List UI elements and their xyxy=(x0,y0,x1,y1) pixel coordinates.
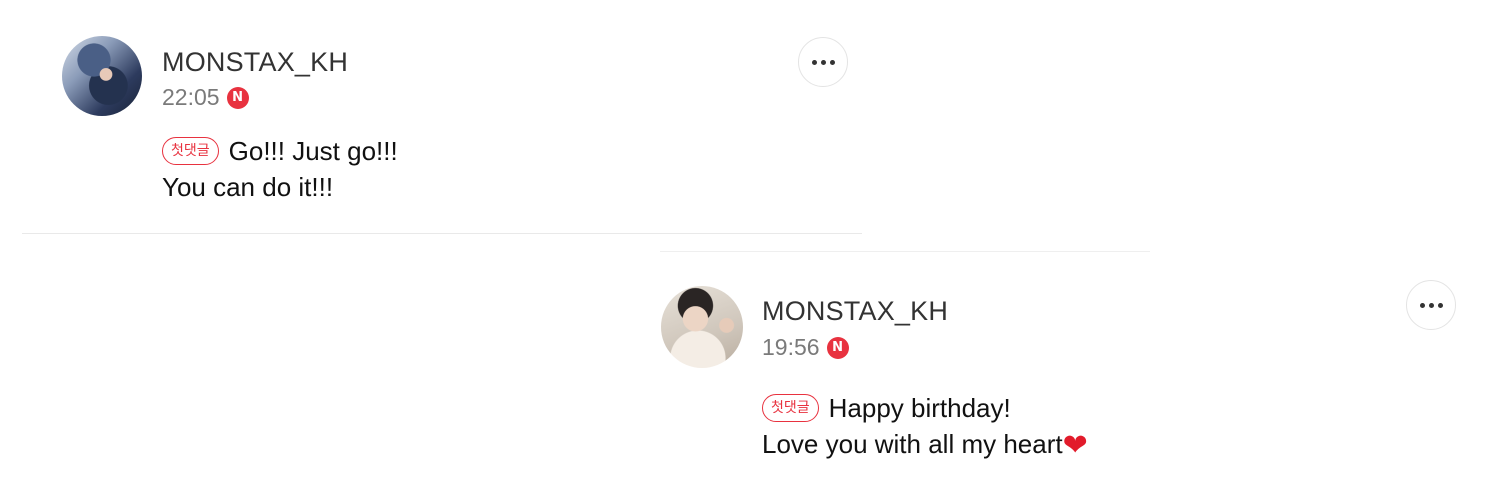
more-options-button[interactable] xyxy=(1406,280,1456,330)
comment-username[interactable]: MONSTAX_KH xyxy=(162,47,348,78)
comment-timestamp: 22:05 xyxy=(162,84,220,110)
avatar[interactable] xyxy=(661,286,743,368)
new-badge: N xyxy=(226,86,249,109)
more-options-button[interactable] xyxy=(798,37,848,87)
comment-meta: 22:05 N xyxy=(162,84,249,111)
comment-text-line1: Happy birthday! xyxy=(828,393,1011,423)
comment-body: 첫댓글 Go!!! Just go!!! You can do it!!! xyxy=(162,133,398,205)
divider xyxy=(22,233,862,234)
comment-card: MONSTAX_KH 19:56 N 첫댓글 Happy birthday! L… xyxy=(655,250,1500,499)
first-comment-tag: 첫댓글 xyxy=(162,137,219,165)
heart-icon: ❤ xyxy=(1062,428,1088,463)
avatar[interactable] xyxy=(62,36,142,116)
comment-text-line2: Love you with all my heart xyxy=(762,429,1063,459)
comment-meta: 19:56 N xyxy=(762,334,849,361)
comment-timestamp: 19:56 xyxy=(762,334,820,360)
comment-card: MONSTAX_KH 22:05 N 첫댓글 Go!!! Just go!!! … xyxy=(0,0,870,240)
more-horizontal-icon xyxy=(1419,302,1443,308)
more-horizontal-icon xyxy=(811,59,835,65)
new-badge: N xyxy=(826,336,849,359)
comment-text-line2: You can do it!!! xyxy=(162,172,334,202)
comment-username[interactable]: MONSTAX_KH xyxy=(762,296,948,327)
comment-text-line1: Go!!! Just go!!! xyxy=(228,136,398,166)
first-comment-tag: 첫댓글 xyxy=(762,394,819,422)
comment-text-line2-row: Love you with all my heart❤ xyxy=(762,426,1088,464)
comment-body: 첫댓글 Happy birthday! Love you with all my… xyxy=(762,390,1088,464)
